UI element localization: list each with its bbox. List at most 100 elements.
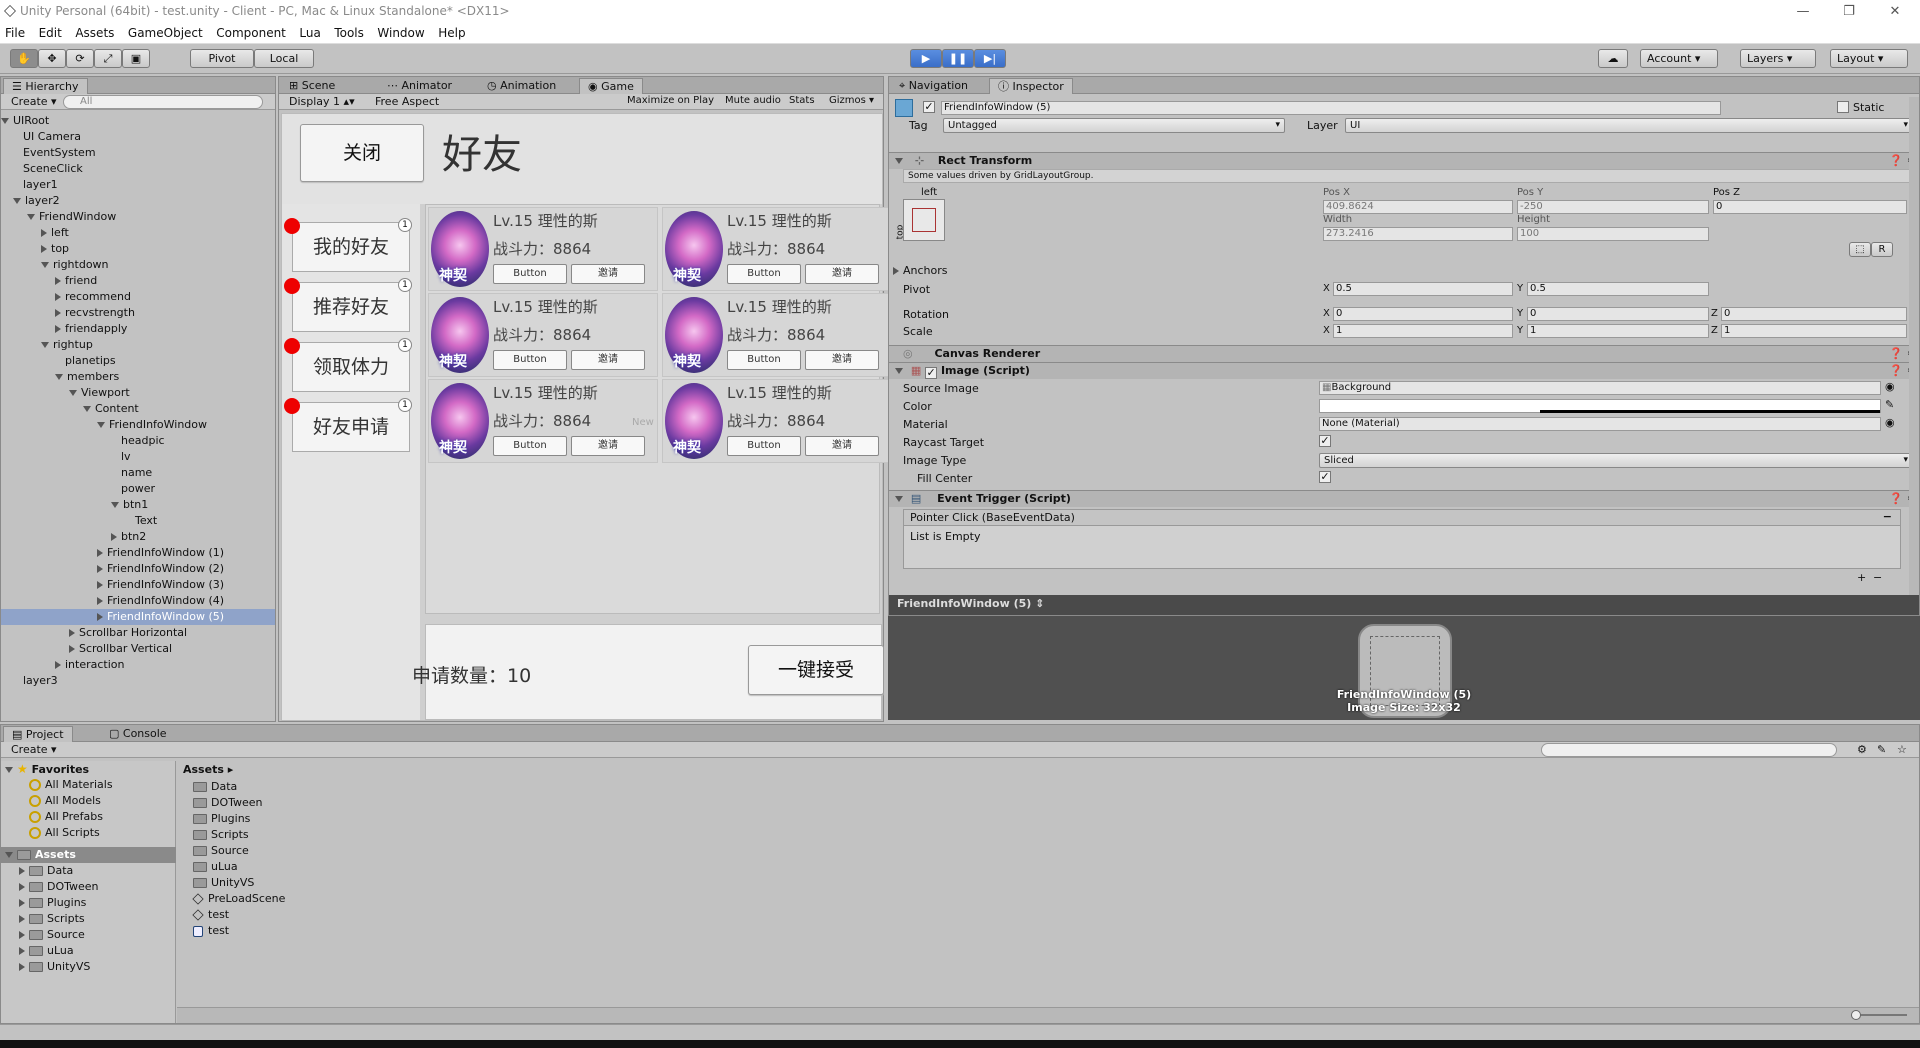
expand-arrow-icon[interactable] [19, 963, 25, 971]
hierarchy-row[interactable]: btn2 [1, 529, 275, 545]
asset-tree-item[interactable]: Data [1, 863, 176, 879]
hierarchy-row[interactable]: rightdown [1, 257, 275, 273]
assets-breadcrumb[interactable]: Assets ▸ [183, 763, 233, 776]
remove-event-button[interactable]: − [1883, 510, 1892, 523]
pos-z-field[interactable]: 0 [1713, 200, 1907, 214]
expand-arrow-icon[interactable] [19, 883, 25, 891]
invite-button[interactable]: 邀请 [805, 436, 879, 456]
scale-y-field[interactable]: 1 [1527, 324, 1709, 338]
invite-button[interactable]: 邀请 [571, 264, 645, 284]
pause-button[interactable]: ❚❚ [942, 49, 974, 68]
menu-edit[interactable]: Edit [34, 24, 67, 42]
move-tool-icon[interactable]: ✥ [38, 49, 66, 68]
static-checkbox[interactable] [1837, 101, 1849, 113]
hierarchy-row[interactable]: layer1 [1, 177, 275, 193]
menu-help[interactable]: Help [433, 24, 470, 42]
hierarchy-row[interactable]: recvstrength [1, 305, 275, 321]
friend-action-button[interactable]: Button [727, 264, 801, 284]
source-image-picker-icon[interactable]: ◉ [1885, 380, 1895, 393]
friend-action-button[interactable]: Button [493, 264, 567, 284]
collapse-arrow-icon[interactable] [1, 118, 9, 124]
invite-button[interactable]: 邀请 [805, 350, 879, 370]
image-help-icon[interactable]: ❓ [1889, 363, 1903, 379]
scale-x-field[interactable]: 1 [1333, 324, 1513, 338]
layer-dropdown[interactable]: UI [1345, 118, 1913, 133]
remove-event-footer-button[interactable]: − [1873, 571, 1882, 584]
side-tab-button[interactable]: 领取体力 [292, 342, 410, 392]
scale-tool-icon[interactable]: ⤢ [94, 49, 122, 68]
expand-arrow-icon[interactable] [19, 915, 25, 923]
expand-arrow-icon[interactable] [97, 549, 103, 557]
hierarchy-row[interactable]: left [1, 225, 275, 241]
asset-tree-item[interactable]: Plugins [1, 895, 176, 911]
expand-arrow-icon[interactable] [97, 565, 103, 573]
invite-button[interactable]: 邀请 [571, 350, 645, 370]
step-button[interactable]: ▶| [974, 49, 1006, 68]
hierarchy-row[interactable]: FriendWindow [1, 209, 275, 225]
tab-hierarchy[interactable]: ☰ Hierarchy [3, 78, 88, 94]
expand-arrow-icon[interactable] [55, 325, 61, 333]
expand-arrow-icon[interactable] [19, 931, 25, 939]
expand-arrow-icon[interactable] [19, 899, 25, 907]
hierarchy-row[interactable]: Scrollbar Vertical [1, 641, 275, 657]
favorite-item[interactable]: All Scripts [1, 825, 176, 841]
close-button[interactable]: 关闭 [300, 124, 424, 182]
pivot-toggle[interactable]: Pivot [190, 49, 254, 68]
active-checkbox[interactable]: ✓ [923, 101, 935, 113]
hierarchy-row[interactable]: lv [1, 449, 275, 465]
expand-arrow-icon[interactable] [41, 229, 47, 237]
hierarchy-row[interactable]: planetips [1, 353, 275, 369]
anchor-preset-button[interactable] [903, 199, 945, 241]
rect-transform-header[interactable]: ⊹ Rect Transform ❓ ⚙ [889, 152, 1919, 169]
account-dropdown[interactable]: Account ▾ [1640, 49, 1718, 68]
layout-dropdown[interactable]: Layout ▾ [1830, 49, 1908, 68]
accept-all-button[interactable]: 一键接受 [748, 645, 884, 695]
icon-size-slider[interactable] [1857, 1014, 1907, 1016]
expand-arrow-icon[interactable] [55, 661, 61, 669]
hierarchy-row[interactable]: members [1, 369, 275, 385]
project-search-input[interactable] [1541, 743, 1837, 757]
expand-arrow-icon[interactable] [97, 597, 103, 605]
hierarchy-row[interactable]: UIRoot [1, 113, 275, 129]
expand-arrow-icon[interactable] [97, 613, 103, 621]
tag-dropdown[interactable]: Untagged [943, 118, 1285, 133]
mute-audio-toggle[interactable]: Mute audio [725, 95, 781, 106]
asset-folder[interactable]: Plugins [193, 811, 493, 827]
hierarchy-row[interactable]: layer2 [1, 193, 275, 209]
hierarchy-row[interactable]: btn1 [1, 497, 275, 513]
hierarchy-row[interactable]: FriendInfoWindow [1, 417, 275, 433]
hierarchy-row[interactable]: interaction [1, 657, 275, 673]
expand-arrow-icon[interactable] [55, 309, 61, 317]
asset-tree-item[interactable]: DOTween [1, 879, 176, 895]
favorite-item[interactable]: All Prefabs [1, 809, 176, 825]
hierarchy-row[interactable]: power [1, 481, 275, 497]
event-trigger-header[interactable]: ▤ Event Trigger (Script) ❓ ⚙ [889, 490, 1919, 507]
favorite-item[interactable]: All Models [1, 793, 176, 809]
asset-folder[interactable]: Scripts [193, 827, 493, 843]
asset-file[interactable]: test [193, 923, 493, 939]
menu-gameobject[interactable]: GameObject [123, 24, 208, 42]
asset-file[interactable]: test [192, 907, 493, 923]
asset-tree-item[interactable]: Scripts [1, 911, 176, 927]
tab-scene[interactable]: ⊞ Scene [281, 78, 343, 94]
hierarchy-row[interactable]: UI Camera [1, 129, 275, 145]
hierarchy-row[interactable]: FriendInfoWindow (5) [1, 609, 275, 625]
cloud-icon[interactable]: ☁ [1598, 49, 1628, 68]
asset-folder[interactable]: uLua [193, 859, 493, 875]
expand-arrow-icon[interactable] [41, 245, 47, 253]
hierarchy-row[interactable]: FriendInfoWindow (3) [1, 577, 275, 593]
side-tab-button[interactable]: 我的好友 [292, 222, 410, 272]
favorite-item[interactable]: All Materials [1, 777, 176, 793]
hierarchy-row[interactable]: name [1, 465, 275, 481]
side-tab-button[interactable]: 好友申请 [292, 402, 410, 452]
hierarchy-row[interactable]: top [1, 241, 275, 257]
restore-button[interactable]: ❐ [1826, 2, 1872, 22]
display-dropdown[interactable]: Display 1 ▴▾ [289, 95, 355, 108]
collapse-arrow-icon[interactable] [41, 262, 49, 268]
pivot-x-field[interactable]: 0.5 [1333, 282, 1513, 296]
collapse-arrow-icon[interactable] [69, 390, 77, 396]
expand-arrow-icon[interactable] [19, 867, 25, 875]
hierarchy-row[interactable]: Viewport [1, 385, 275, 401]
collapse-arrow-icon[interactable] [41, 342, 49, 348]
material-field[interactable]: None (Material) [1319, 417, 1881, 431]
